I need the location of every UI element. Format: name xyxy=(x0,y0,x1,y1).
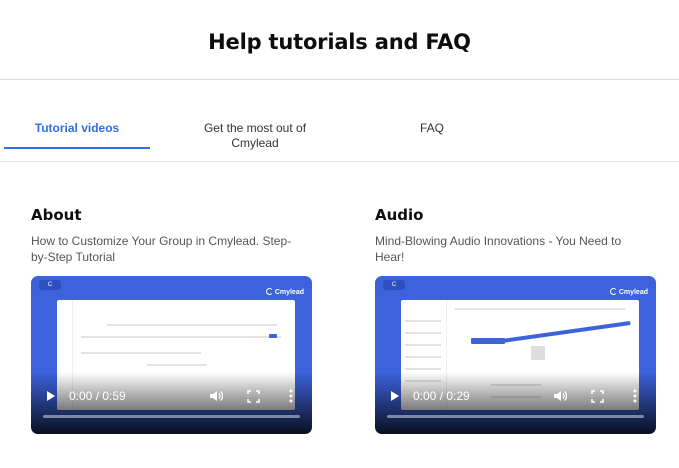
tab-tutorial-videos[interactable]: Tutorial videos xyxy=(4,121,150,136)
more-vertical-icon[interactable] xyxy=(289,389,293,403)
play-icon[interactable] xyxy=(47,391,55,401)
video-player[interactable]: C Cmylead 0:00 / 0:29 xyxy=(375,276,656,434)
card-description: Mind-Blowing Audio Innovations - You Nee… xyxy=(375,234,622,264)
tab-get-the-most-out[interactable]: Get the most out of Cmylead xyxy=(190,121,320,151)
video-brand-logo: Cmylead xyxy=(609,288,648,296)
tab-faq[interactable]: FAQ xyxy=(392,121,472,136)
video-progress-bar[interactable] xyxy=(43,415,300,418)
video-channel-logo: C xyxy=(39,280,61,290)
play-icon[interactable] xyxy=(391,391,399,401)
more-vertical-icon[interactable] xyxy=(633,389,637,403)
video-brand-logo: Cmylead xyxy=(265,288,304,296)
fullscreen-icon[interactable] xyxy=(591,390,604,403)
card-title: About xyxy=(31,206,82,224)
volume-icon[interactable] xyxy=(553,389,567,403)
header-divider xyxy=(0,79,679,80)
video-time: 0:00 / 0:29 xyxy=(413,389,470,403)
video-progress-bar[interactable] xyxy=(387,415,644,418)
volume-icon[interactable] xyxy=(209,389,223,403)
fullscreen-icon[interactable] xyxy=(247,390,260,403)
page-title: Help tutorials and FAQ xyxy=(208,30,471,54)
tutorial-card-about: About How to Customize Your Group in Cmy… xyxy=(31,206,321,434)
video-time: 0:00 / 0:59 xyxy=(69,389,126,403)
video-player[interactable]: C Cmylead 0:00 / 0:59 xyxy=(31,276,312,434)
tutorial-card-audio: Audio Mind-Blowing Audio Innovations - Y… xyxy=(375,206,665,434)
tabs-divider xyxy=(0,161,679,162)
video-channel-logo: C xyxy=(383,280,405,290)
card-description: How to Customize Your Group in Cmylead. … xyxy=(31,234,292,264)
active-tab-indicator xyxy=(4,147,150,149)
card-title: Audio xyxy=(375,206,424,224)
